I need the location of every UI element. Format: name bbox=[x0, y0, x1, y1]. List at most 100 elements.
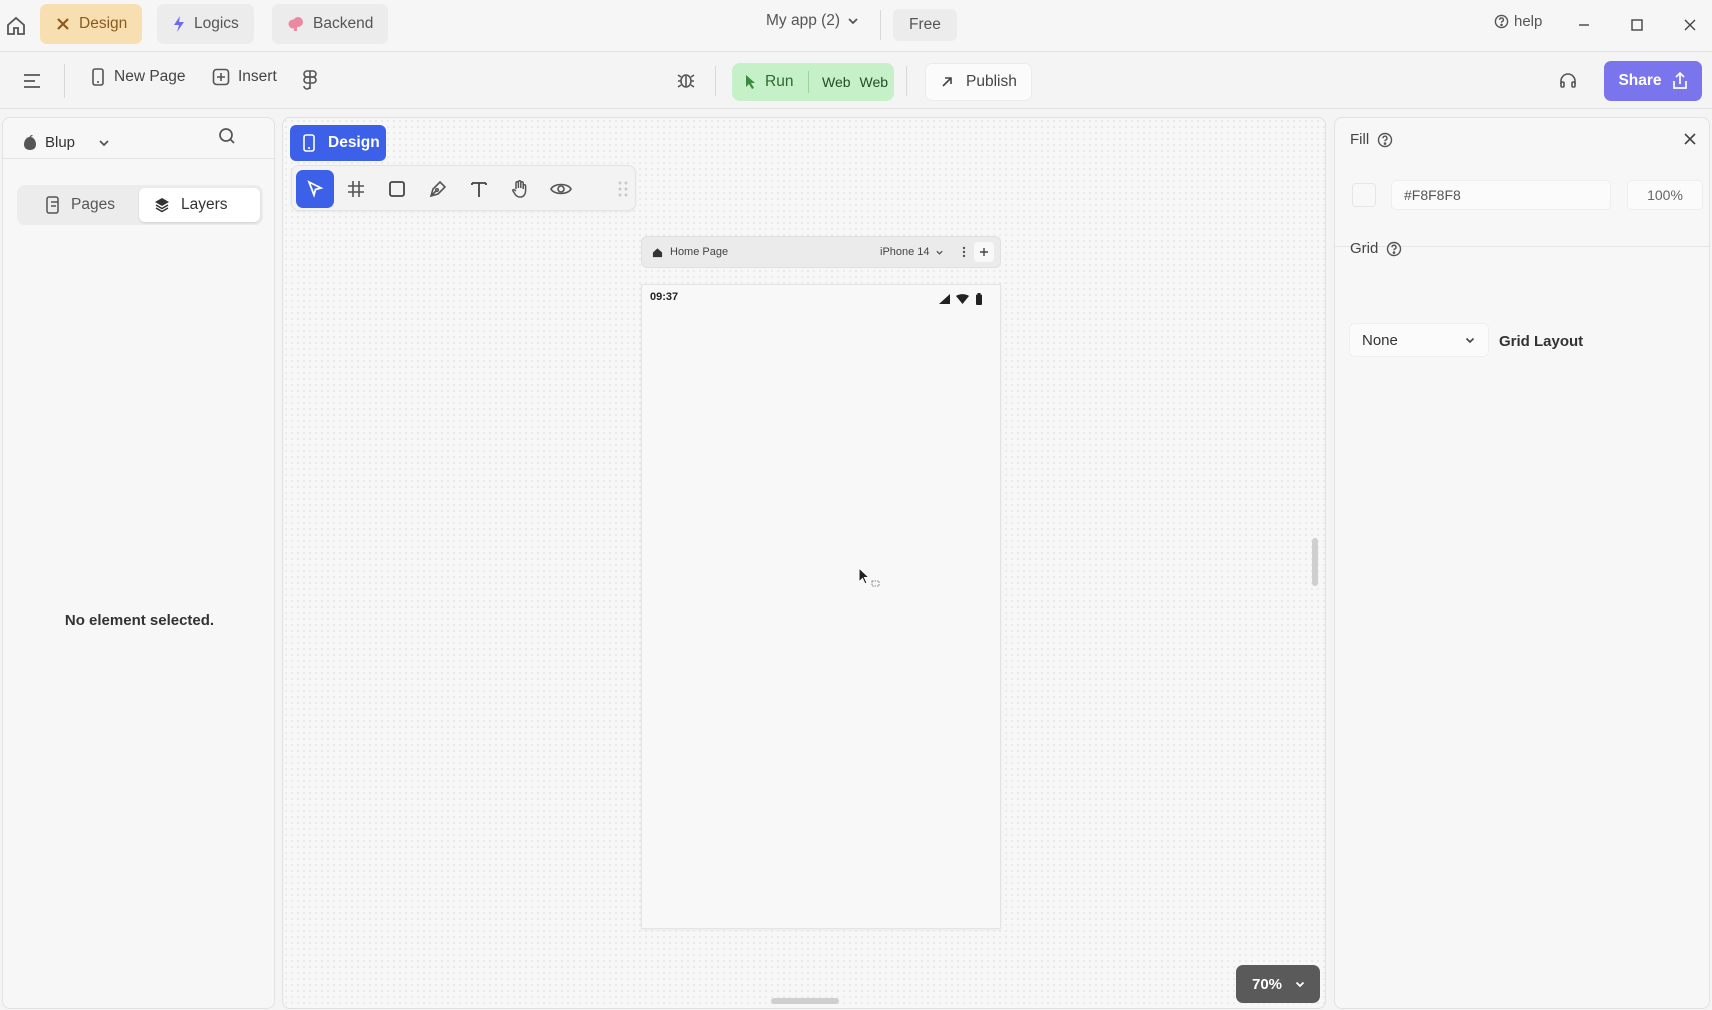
platform-selector[interactable]: Web Web bbox=[809, 74, 888, 90]
bug-icon[interactable] bbox=[676, 70, 696, 90]
tab-pages[interactable]: Pages bbox=[31, 188, 131, 222]
device-selector[interactable]: iPhone 14 bbox=[880, 246, 944, 258]
share-label: Share bbox=[1618, 72, 1662, 89]
select-tool[interactable] bbox=[296, 170, 334, 208]
grid-layout-label: Grid Layout bbox=[1499, 333, 1584, 350]
add-frame-icon[interactable] bbox=[974, 242, 994, 262]
hand-tool[interactable] bbox=[501, 170, 539, 208]
chevron-down-icon bbox=[846, 14, 860, 28]
tab-layers-label: Layers bbox=[181, 196, 228, 213]
horizontal-scrollbar[interactable] bbox=[771, 998, 839, 1004]
frame-grid-tool[interactable] bbox=[337, 170, 375, 208]
new-page-label: New Page bbox=[114, 68, 186, 85]
design-mode-label: Design bbox=[328, 134, 380, 151]
help-label: help bbox=[1514, 13, 1543, 30]
fill-hex-value: #F8F8F8 bbox=[1404, 187, 1461, 203]
panel-divider bbox=[3, 158, 274, 159]
minimize-icon[interactable] bbox=[1572, 13, 1596, 37]
status-time: 09:37 bbox=[650, 291, 679, 303]
no-selection-message: No element selected. bbox=[64, 612, 215, 629]
fill-hex-input[interactable]: #F8F8F8 bbox=[1391, 180, 1611, 210]
fill-title: Fill bbox=[1350, 131, 1370, 148]
fill-opacity-input[interactable]: 100% bbox=[1627, 180, 1703, 210]
close-icon[interactable] bbox=[1678, 13, 1702, 37]
lightning-icon bbox=[172, 15, 186, 33]
zoom-control[interactable]: 70% bbox=[1236, 965, 1320, 1003]
tab-logics-label: Logics bbox=[194, 15, 239, 32]
chevron-down-icon bbox=[935, 248, 944, 257]
mouse-cursor-icon bbox=[858, 567, 884, 589]
maximize-icon[interactable] bbox=[1625, 13, 1649, 37]
arrow-up-right-icon bbox=[940, 75, 954, 89]
design-x-icon bbox=[55, 16, 71, 32]
help-link[interactable]: help bbox=[1494, 13, 1542, 30]
tab-layers[interactable]: Layers bbox=[139, 188, 260, 222]
close-icon[interactable] bbox=[1683, 132, 1697, 146]
signal-icon bbox=[939, 294, 951, 304]
design-mode-chip[interactable]: Design bbox=[290, 125, 386, 161]
help-circle-icon[interactable] bbox=[1377, 132, 1393, 148]
chevron-down-icon bbox=[97, 136, 111, 150]
main-toolbar: New Page Insert Run Web Web Publish Shar… bbox=[0, 54, 1712, 109]
more-vertical-icon[interactable] bbox=[962, 246, 966, 258]
tab-logics[interactable]: Logics bbox=[157, 4, 254, 44]
tab-pages-label: Pages bbox=[71, 196, 115, 213]
run-label: Run bbox=[765, 73, 794, 90]
app-switcher[interactable]: My app (2) bbox=[766, 12, 860, 30]
drag-handle-icon[interactable] bbox=[618, 180, 628, 198]
platform-web-1: Web bbox=[822, 74, 851, 90]
run-button[interactable]: Run bbox=[732, 73, 808, 91]
design-tools bbox=[291, 165, 636, 211]
grid-select[interactable]: None bbox=[1349, 323, 1489, 357]
properties-panel: Fill #F8F8F8 100% Grid None Grid Layout bbox=[1334, 117, 1710, 1009]
plus-square-icon bbox=[212, 68, 230, 86]
design-canvas[interactable]: Design Home Page iPhone 14 09:37 70% bbox=[282, 117, 1326, 1009]
insert-button[interactable]: Insert bbox=[212, 68, 277, 86]
search-icon[interactable] bbox=[217, 126, 237, 146]
app-name: My app (2) bbox=[766, 12, 841, 29]
new-page-button[interactable]: New Page bbox=[90, 68, 186, 86]
phone-icon bbox=[302, 134, 316, 152]
platform-web-2: Web bbox=[859, 74, 889, 90]
home-icon bbox=[652, 247, 663, 258]
chevron-down-icon bbox=[1294, 978, 1306, 990]
plan-label: Free bbox=[909, 16, 941, 33]
blup-logo-icon bbox=[23, 134, 37, 151]
preview-eye-tool[interactable] bbox=[542, 170, 580, 208]
wifi-icon bbox=[956, 294, 969, 304]
layers-icon bbox=[153, 196, 171, 214]
upload-icon bbox=[1672, 72, 1688, 90]
frame-header[interactable]: Home Page iPhone 14 bbox=[641, 236, 1001, 268]
title-divider bbox=[880, 10, 881, 40]
figma-icon[interactable] bbox=[302, 70, 318, 90]
chevron-down-icon bbox=[1464, 334, 1476, 346]
phone-frame[interactable]: 09:37 bbox=[641, 284, 1001, 929]
rectangle-tool[interactable] bbox=[378, 170, 416, 208]
tab-backend[interactable]: Backend bbox=[272, 4, 389, 44]
phone-page-icon bbox=[90, 68, 106, 86]
home-icon[interactable] bbox=[4, 14, 28, 38]
tab-design-label: Design bbox=[79, 15, 128, 32]
menu-icon[interactable] bbox=[22, 72, 42, 90]
grid-section-title: Grid bbox=[1350, 240, 1402, 257]
vertical-scrollbar[interactable] bbox=[1312, 538, 1318, 586]
battery-icon bbox=[976, 293, 982, 305]
pages-layers-switch: Pages Layers bbox=[17, 185, 263, 225]
fill-color-swatch[interactable] bbox=[1352, 183, 1376, 207]
run-group: Run Web Web bbox=[732, 63, 894, 101]
share-button[interactable]: Share bbox=[1604, 61, 1702, 101]
run-cursor-icon bbox=[745, 74, 757, 90]
tab-backend-label: Backend bbox=[313, 15, 374, 32]
tab-design[interactable]: Design bbox=[40, 4, 143, 44]
project-selector[interactable]: Blup bbox=[23, 134, 111, 151]
pen-tool[interactable] bbox=[419, 170, 457, 208]
plan-badge[interactable]: Free bbox=[893, 9, 957, 41]
insert-label: Insert bbox=[238, 68, 277, 85]
headset-icon[interactable] bbox=[1558, 71, 1578, 91]
text-tool[interactable] bbox=[460, 170, 498, 208]
publish-button[interactable]: Publish bbox=[925, 63, 1032, 101]
title-bar: Design Logics Backend My app (2) Free he… bbox=[0, 0, 1712, 52]
help-circle-icon bbox=[1494, 14, 1509, 29]
left-panel: Blup Pages Layers No element selected. bbox=[2, 117, 275, 1009]
help-circle-icon[interactable] bbox=[1386, 241, 1402, 257]
